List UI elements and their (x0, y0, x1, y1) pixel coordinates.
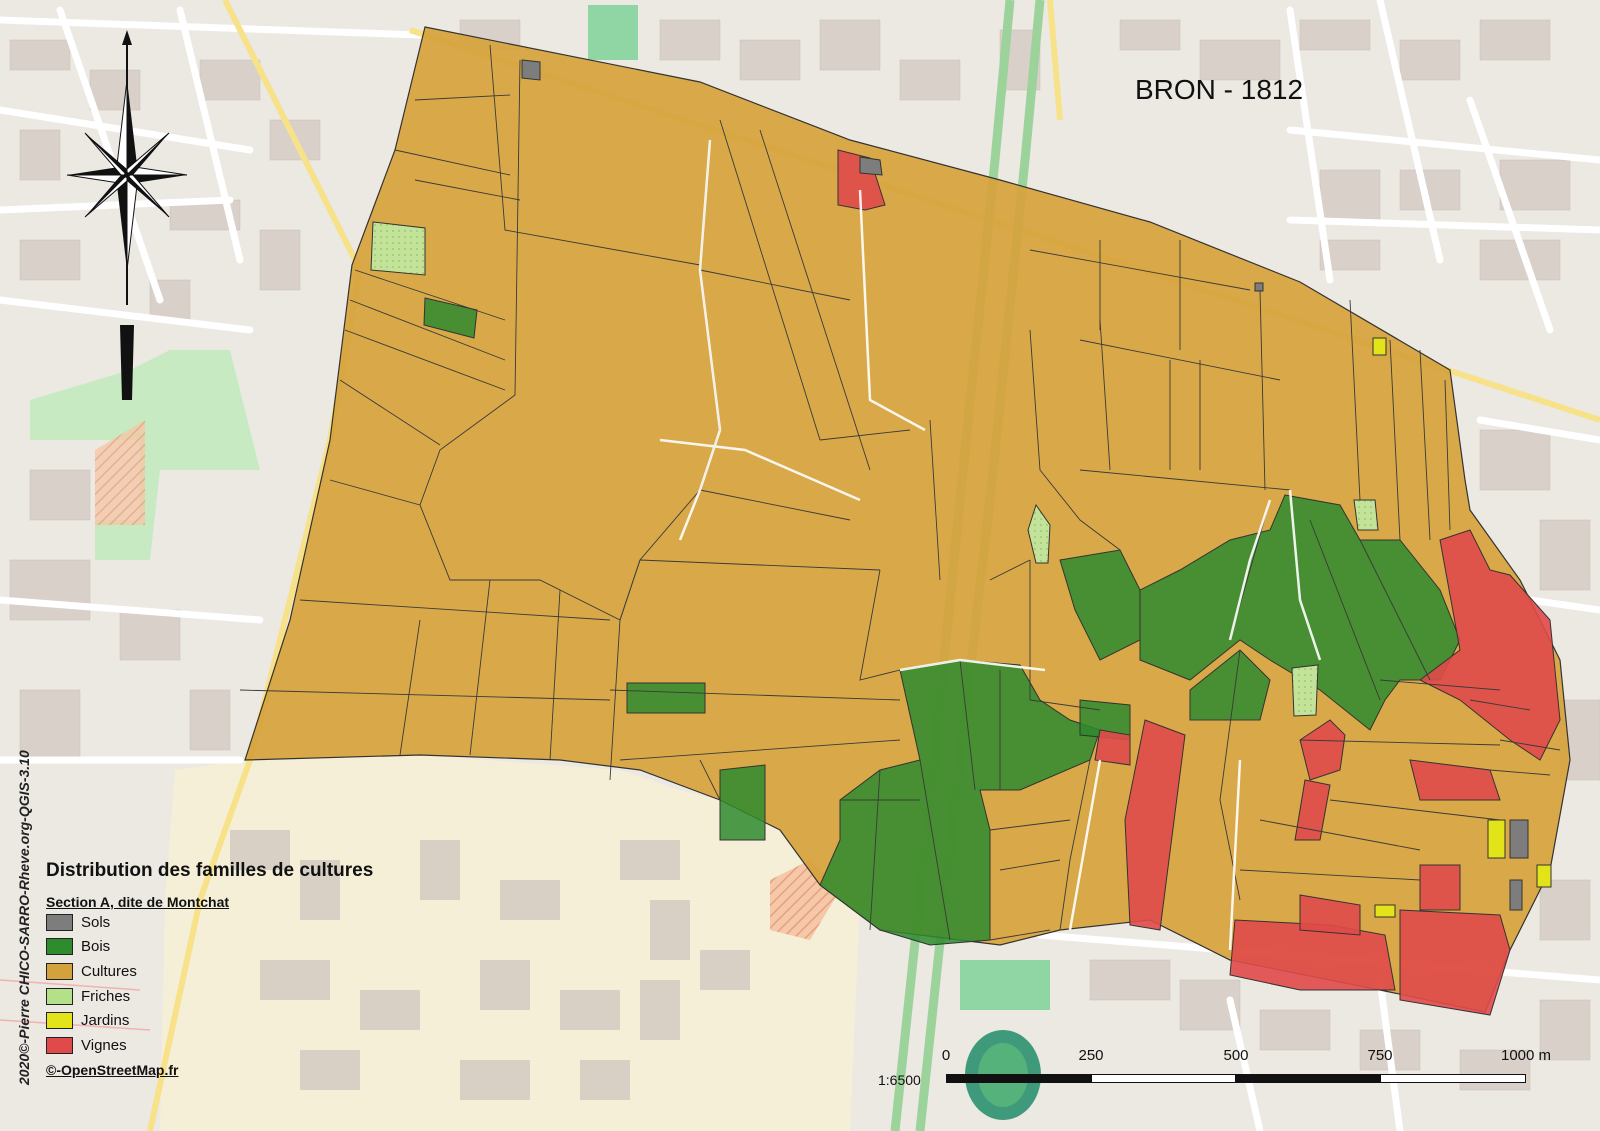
scale-segment (1091, 1074, 1236, 1083)
stadium-field (588, 5, 638, 60)
osm-credit-link[interactable]: ©-OpenStreetMap.fr (46, 1062, 373, 1078)
legend-items: Sols Bois Cultures Friches Jardins Vigne… (46, 910, 373, 1058)
legend-item-jardins: Jardins (46, 1008, 373, 1033)
scale-segment (1380, 1074, 1526, 1083)
scale-tick-label: 1000 m (1500, 1047, 1552, 1064)
scale-segment (1236, 1074, 1380, 1083)
scale-ratio: 1:6500 (878, 1072, 921, 1088)
legend-item-cultures: Cultures (46, 959, 373, 984)
legend-swatch (46, 1012, 73, 1030)
legend-section: Section A, dite de Montchat (46, 894, 230, 910)
legend-label: Bois (81, 938, 111, 956)
scale-bar: 1:6500 0 250 500 750 1000 m (878, 1047, 1551, 1088)
legend-swatch (46, 938, 73, 956)
map-title: BRON - 1812 (1135, 74, 1304, 105)
legend-item-bois: Bois (46, 935, 373, 960)
scale-tick-label: 250 (1078, 1047, 1104, 1064)
legend-swatch (46, 962, 73, 980)
scale-segment (946, 1074, 1091, 1083)
author-credit: 2020©-Pierre CHICO-SARRO-Rheve.org-QGIS-… (16, 750, 32, 1085)
legend-label: Friches (81, 987, 131, 1005)
scale-tick-label: 500 (1223, 1047, 1249, 1064)
legend-item-vignes: Vignes (46, 1033, 373, 1058)
legend-label: Jardins (81, 1012, 130, 1030)
legend-swatch (46, 1036, 73, 1054)
legend-label: Cultures (81, 962, 137, 980)
legend-label: Vignes (81, 1036, 127, 1054)
scale-tick-label: 750 (1367, 1047, 1393, 1064)
legend-label: Sols (81, 913, 111, 931)
legend-title: Distribution des familles de cultures (46, 860, 374, 881)
sports-field-south (960, 960, 1050, 1010)
legend: Distribution des familles de cultures Se… (46, 860, 373, 1078)
scale-tick-label: 0 (941, 1047, 951, 1064)
map-canvas[interactable]: BRON - 1812 Distribution des familles de… (0, 0, 1600, 1131)
legend-swatch (46, 913, 73, 931)
legend-swatch (46, 987, 73, 1005)
legend-item-sols: Sols (46, 910, 373, 935)
legend-item-friches: Friches (46, 984, 373, 1009)
